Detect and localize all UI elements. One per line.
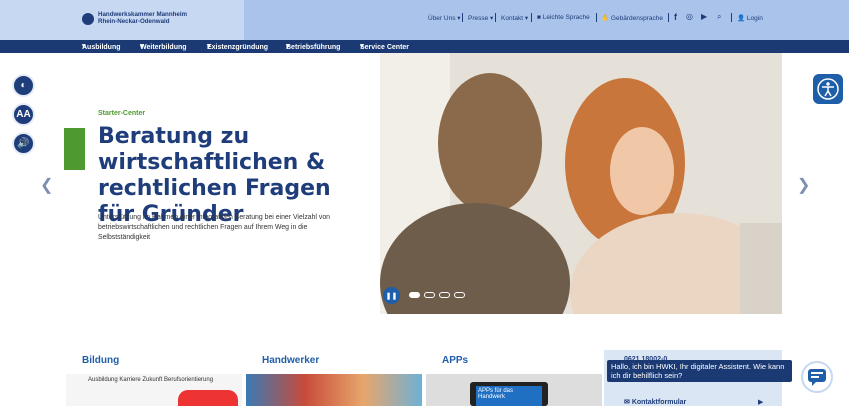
- prev-slide-icon[interactable]: ❮: [40, 175, 53, 195]
- user-icon: 👤: [737, 15, 746, 22]
- link-presse[interactable]: Presse ▾: [468, 14, 493, 22]
- divider: [668, 13, 669, 22]
- next-slide-icon[interactable]: ❯: [797, 175, 810, 195]
- divider: [462, 13, 463, 22]
- accessibility-button[interactable]: [813, 74, 843, 104]
- nav-weiterbildung[interactable]: Weiterbildung ▾: [140, 42, 187, 51]
- card-title: Bildung: [82, 355, 120, 366]
- link-leichte-sprache[interactable]: ■ Leichte Sprache: [537, 14, 590, 21]
- contrast-button[interactable]: ◐: [12, 74, 35, 97]
- card-title: APPs: [442, 355, 469, 366]
- chat-greeting: Hallo, ich bin HWKI, Ihr digitaler Assis…: [607, 360, 792, 382]
- facebook-icon[interactable]: f: [674, 12, 677, 22]
- text-size-icon: AA: [16, 109, 31, 120]
- nav-ausbildung[interactable]: Ausbildung ▾: [82, 42, 121, 51]
- card-image: [246, 374, 422, 406]
- link-login[interactable]: 👤 Login: [737, 14, 763, 22]
- main-navigation: Ausbildung ▾ Weiterbildung ▾ Existenzgründ…: [0, 40, 849, 53]
- link-gebaerdensprache[interactable]: ✋ Gebärdensprache: [601, 14, 663, 22]
- decorative-shape: [178, 390, 238, 406]
- read-aloud-button[interactable]: 🔊: [12, 132, 35, 155]
- logo-text: Handwerkskammer Mannheim Rhein-Neckar-Od…: [98, 11, 188, 25]
- link-kontakt[interactable]: Kontakt ▾: [501, 14, 528, 22]
- chatbot-button[interactable]: [801, 361, 833, 393]
- divider: [495, 13, 496, 22]
- card-bildung[interactable]: Bildung Ausbildung Karriere Zukunft Beru…: [66, 350, 242, 406]
- chat-icon: [808, 369, 826, 386]
- instagram-icon[interactable]: ◎: [686, 12, 693, 21]
- logo-area[interactable]: Handwerkskammer Mannheim Rhein-Neckar-Od…: [0, 0, 244, 40]
- card-title: Handwerker: [262, 355, 320, 366]
- accent-bar: [64, 128, 85, 170]
- accessibility-icon: [817, 78, 839, 100]
- mail-icon: ✉: [624, 399, 630, 406]
- card-image: APPs für das Handwerk: [426, 374, 602, 406]
- card-image: Ausbildung Karriere Zukunft Berufsorient…: [66, 374, 242, 406]
- chevron-right-icon: ▶: [758, 399, 764, 406]
- hero-lead-text: Unterstützung im Rahmen einer integrativ…: [98, 214, 330, 241]
- nav-existenzgruendung[interactable]: Existenzgründung ▾: [207, 42, 268, 51]
- youtube-icon[interactable]: ▶: [701, 12, 707, 21]
- nav-betriebsfuehrung[interactable]: Betriebsführung ▾: [286, 42, 340, 51]
- hands-icon: ✋: [601, 15, 610, 22]
- font-size-button[interactable]: AA: [12, 103, 35, 126]
- speaker-icon: 🔊: [17, 138, 30, 149]
- slide-dot[interactable]: [424, 292, 435, 298]
- contrast-icon: ◐: [20, 80, 27, 91]
- pause-button[interactable]: ❚❚: [383, 287, 400, 304]
- tablet-screen-text: APPs für das Handwerk: [476, 386, 542, 406]
- book-icon: ■: [537, 14, 541, 21]
- hero-image: [380, 53, 782, 314]
- logo-icon: [82, 13, 94, 25]
- slide-dot[interactable]: [454, 292, 465, 298]
- nav-service-center[interactable]: Service Center ▾: [360, 42, 409, 51]
- slide-dot-active[interactable]: [409, 292, 420, 298]
- hero-kicker: Starter-Center: [98, 110, 146, 117]
- card-apps[interactable]: APPs APPs für das Handwerk: [426, 350, 602, 406]
- divider: [596, 13, 597, 22]
- link-ueber-uns[interactable]: Über Uns ▾: [428, 14, 461, 22]
- contact-form-link[interactable]: ✉ Kontaktformular: [624, 398, 686, 406]
- divider: [531, 13, 532, 22]
- search-icon[interactable]: ⌕: [717, 12, 721, 22]
- card-handwerker[interactable]: Handwerker: [246, 350, 422, 406]
- divider: [731, 13, 732, 22]
- card-image-caption: Ausbildung Karriere Zukunft Berufsorient…: [88, 377, 214, 383]
- pause-icon: ❚❚: [385, 292, 398, 300]
- slide-dot[interactable]: [439, 292, 450, 298]
